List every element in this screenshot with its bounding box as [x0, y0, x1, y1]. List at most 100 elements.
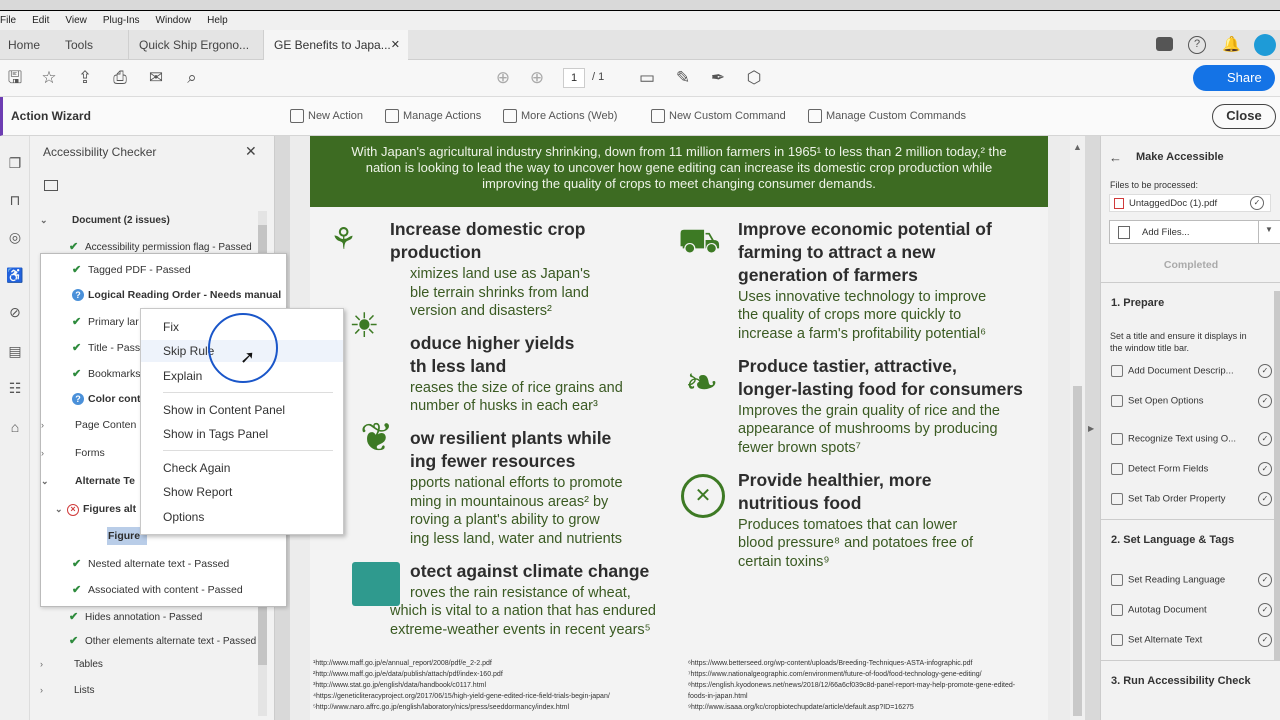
rule-color-contrast[interactable]: ? Color cont	[72, 393, 141, 405]
action-reading-language[interactable]: Set Reading Language	[1111, 574, 1225, 586]
menu-check-again[interactable]: Check Again	[141, 457, 343, 479]
rule-hides-annotation[interactable]: ✔ Hides annotation - Passed	[69, 610, 202, 623]
tab-ge-benefits[interactable]: GE Benefits to Japa... ✕	[263, 30, 408, 60]
share-button[interactable]: Share	[1193, 65, 1275, 91]
page-content-group[interactable]: › Page Conten	[41, 419, 136, 431]
menu-window[interactable]: Window	[156, 11, 192, 31]
rule-other-alt[interactable]: ✔ Other elements alternate text - Passed	[69, 634, 256, 647]
back-arrow-icon[interactable]: ←	[1109, 150, 1122, 165]
rule-nested-alt[interactable]: ✔ Nested alternate text - Passed	[72, 557, 229, 570]
close-icon[interactable]: ✕	[391, 30, 400, 60]
edit-icon[interactable]: ⬡	[744, 68, 764, 88]
order-icon[interactable]: ☷	[6, 379, 24, 397]
rule-tagged-pdf[interactable]: ✔ Tagged PDF - Passed	[72, 263, 191, 276]
mail-icon[interactable]: ✉	[146, 68, 166, 88]
action-detect-form-fields[interactable]: Detect Form Fields	[1111, 463, 1208, 475]
menu-help[interactable]: Help	[207, 11, 228, 31]
comment-icon[interactable]	[1156, 37, 1173, 51]
action-add-description[interactable]: Add Document Descrip...	[1111, 365, 1234, 377]
more-actions-button[interactable]: More Actions (Web)	[503, 109, 617, 123]
menu-file[interactable]: File	[0, 11, 16, 31]
save-icon[interactable]: 🖫	[5, 68, 25, 88]
menu-show-tags-panel[interactable]: Show in Tags Panel	[141, 423, 343, 445]
expand-panel-icon[interactable]: ▶	[1088, 424, 1094, 433]
page-up-icon[interactable]: ⊕	[493, 68, 513, 88]
bookmark-icon[interactable]: ⊓	[6, 191, 24, 209]
comment-tool-icon[interactable]: ▭	[637, 68, 657, 88]
action-alternate-text[interactable]: Set Alternate Text	[1111, 634, 1202, 646]
close-panel-icon[interactable]: ✕	[245, 143, 257, 160]
footnote-4: ⁴https://geneticliteracyproject.org/2017…	[313, 693, 610, 700]
action-tab-order[interactable]: Set Tab Order Property	[1111, 493, 1226, 505]
new-custom-command-button[interactable]: New Custom Command	[651, 109, 786, 123]
menu-view[interactable]: View	[65, 11, 87, 31]
scrollbar-thumb[interactable]	[1073, 386, 1082, 716]
action-label: Autotag Document	[1128, 604, 1207, 616]
help-icon[interactable]: ?	[1188, 36, 1206, 54]
chevron-down-icon[interactable]: ▼	[1265, 225, 1273, 234]
content-icon[interactable]: ▤	[6, 342, 24, 360]
add-files-button[interactable]: Add Files... ▼	[1109, 220, 1280, 244]
heading-resilient-2: ing fewer resources	[410, 451, 576, 471]
rule-figures-alt[interactable]: ⌄ × Figures alt	[55, 503, 136, 516]
print-icon[interactable]: ⎙	[110, 68, 130, 88]
tab-quick-ship[interactable]: Quick Ship Ergono...	[128, 30, 263, 60]
lists-group[interactable]: › Lists	[40, 685, 95, 696]
text-economic-2: the quality of crops more quickly to	[738, 307, 962, 323]
search-icon[interactable]: ⌕	[182, 68, 202, 88]
menu-edit[interactable]: Edit	[32, 11, 49, 31]
avatar[interactable]	[1254, 34, 1276, 56]
page-down-icon[interactable]: ⊕	[527, 68, 547, 88]
accessibility-icon[interactable]: ♿	[6, 266, 24, 284]
tab-home[interactable]: Home	[8, 30, 40, 60]
upload-icon[interactable]: ⇪	[75, 68, 95, 88]
rule-reading-order[interactable]: ? Logical Reading Order - Needs manual	[72, 289, 281, 301]
page-number-input[interactable]: 1	[563, 68, 585, 88]
document-group[interactable]: ⌄ Document (2 issues)	[40, 215, 170, 226]
action-autotag[interactable]: Autotag Document	[1111, 604, 1207, 616]
rule-associated[interactable]: ✔ Associated with content - Passed	[72, 583, 243, 596]
panel-scrollbar[interactable]	[1274, 291, 1280, 661]
alternate-text-group[interactable]: ⌄ Alternate Te	[41, 475, 135, 487]
forms-group[interactable]: › Forms	[41, 447, 105, 459]
sign-icon[interactable]: ✒	[708, 68, 728, 88]
action-recognize-text[interactable]: Recognize Text using O...	[1111, 433, 1236, 445]
menu-options[interactable]: Options	[141, 506, 343, 528]
attachment-icon[interactable]: ⊘	[6, 303, 24, 321]
scroll-up-icon[interactable]: ▲	[1073, 142, 1082, 152]
new-action-button[interactable]: New Action	[290, 109, 363, 123]
manage-actions-label: Manage Actions	[403, 109, 482, 122]
manage-actions-button[interactable]: Manage Actions	[385, 109, 481, 123]
menu-show-report[interactable]: Show Report	[141, 481, 343, 503]
rule-title[interactable]: ✔ Title - Pass	[72, 341, 140, 354]
menu-plugins[interactable]: Plug-Ins	[103, 11, 140, 31]
action-open-options[interactable]: Set Open Options	[1111, 395, 1204, 407]
tags-icon[interactable]: ⌂	[6, 418, 24, 436]
completed-button[interactable]: Completed	[1101, 254, 1280, 276]
tables-group[interactable]: › Tables	[40, 659, 103, 670]
bell-icon[interactable]: 🔔	[1222, 35, 1241, 53]
document-scrollbar[interactable]: ▲	[1070, 136, 1085, 720]
check-icon: ✔	[72, 316, 82, 328]
tab-tools[interactable]: Tools	[65, 30, 93, 60]
menu-show-content-panel[interactable]: Show in Content Panel	[141, 399, 343, 421]
heading-healthier-2: nutritious food	[738, 493, 862, 513]
manage-custom-commands-button[interactable]: Manage Custom Commands	[808, 109, 966, 123]
rule-label: Title - Pass	[88, 342, 141, 354]
manage-actions-icon	[385, 109, 399, 123]
file-row[interactable]: UntaggedDoc (1).pdf ✓	[1109, 194, 1271, 212]
footnote-9: ⁹http://www.isaaa.org/kc/cropbiotechupda…	[688, 704, 914, 711]
pages-icon[interactable]: ❐	[6, 154, 24, 172]
pen-icon[interactable]: ✎	[673, 68, 693, 88]
intro-banner: With Japan's agricultural industry shrin…	[310, 136, 1048, 207]
rule-bookmarks[interactable]: ✔ Bookmarks	[72, 367, 141, 380]
rule-primary-language[interactable]: ✔ Primary lar	[72, 315, 139, 328]
rule-perm-flag[interactable]: ✔ Accessibility permission flag - Passed	[69, 240, 252, 253]
layers-icon[interactable]: ◎	[6, 228, 24, 246]
close-button[interactable]: Close	[1212, 104, 1276, 129]
menu-separator	[163, 392, 333, 393]
star-icon[interactable]: ☆	[39, 68, 59, 88]
plate-icon: ✕	[681, 474, 725, 518]
options-menu-icon[interactable]	[44, 180, 58, 191]
action-label: Set Alternate Text	[1128, 634, 1203, 646]
